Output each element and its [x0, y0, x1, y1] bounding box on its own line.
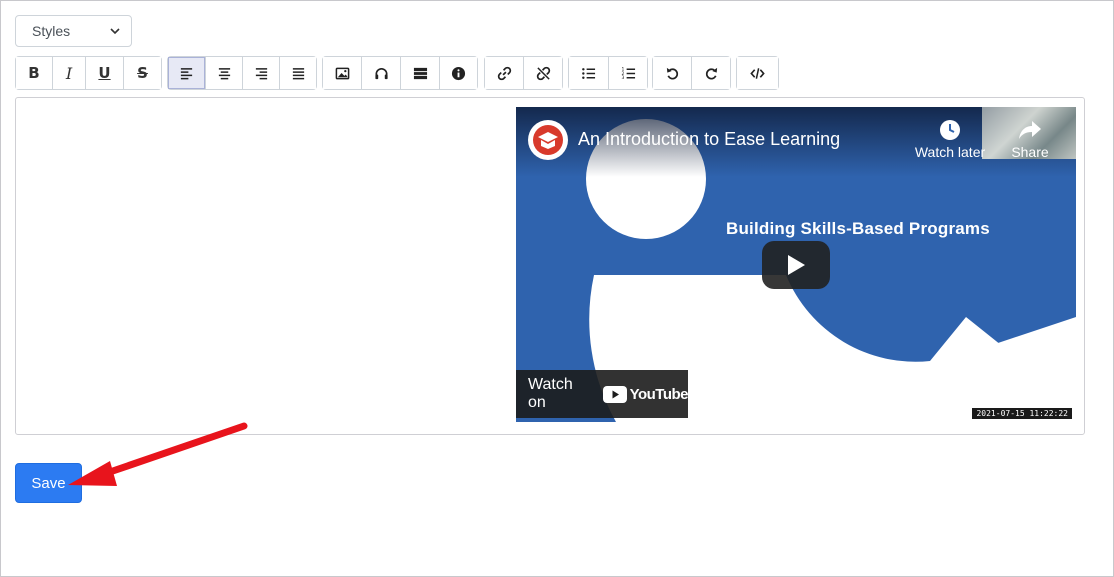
- insert-info-button[interactable]: [439, 57, 477, 89]
- code-icon: [750, 67, 765, 79]
- info-icon: [451, 66, 466, 80]
- graduation-cap-icon: [533, 125, 563, 155]
- headphones-icon: [374, 67, 388, 79]
- insert-audio-button[interactable]: [361, 57, 400, 89]
- video-timestamp: 2021-07-15 11:22:22: [972, 408, 1072, 419]
- video-subtitle: Building Skills-Based Programs: [726, 219, 990, 238]
- italic-button[interactable]: I: [52, 57, 85, 89]
- insert-image-button[interactable]: [323, 57, 361, 89]
- align-group: [167, 56, 317, 90]
- play-button[interactable]: [762, 241, 830, 289]
- insert-media-button[interactable]: [400, 57, 439, 89]
- share-button[interactable]: Share: [1002, 119, 1058, 160]
- strikethrough-button[interactable]: S: [123, 57, 161, 89]
- insert-group: [322, 56, 478, 90]
- styles-dropdown-value: Styles: [32, 23, 71, 39]
- channel-logo[interactable]: [528, 120, 568, 160]
- numbered-list-button[interactable]: 123: [608, 57, 647, 89]
- align-left-icon: [180, 67, 193, 79]
- redo-icon: [705, 67, 717, 79]
- watch-later-button[interactable]: Watch later: [914, 119, 986, 160]
- chevron-down-icon: [110, 28, 120, 35]
- media-block-icon: [413, 67, 427, 79]
- watch-later-label: Watch later: [914, 144, 986, 160]
- link-icon: [497, 66, 511, 80]
- bullet-list-button[interactable]: [569, 57, 608, 89]
- code-group: [736, 56, 779, 90]
- strikethrough-icon: S: [137, 64, 148, 82]
- bullet-list-icon: [582, 67, 596, 79]
- undo-button[interactable]: [653, 57, 691, 89]
- share-arrow-icon: [1019, 121, 1041, 139]
- history-group: [652, 56, 731, 90]
- link-group: [484, 56, 563, 90]
- numbered-list-icon: 123: [621, 66, 635, 81]
- styles-dropdown[interactable]: Styles: [15, 15, 132, 47]
- watch-on-youtube-button[interactable]: Watch on YouTube: [516, 370, 689, 418]
- youtube-play-icon: [602, 385, 627, 403]
- align-right-button[interactable]: [242, 57, 279, 89]
- undo-icon: [666, 67, 678, 79]
- clock-icon: [940, 120, 960, 140]
- bold-icon: B: [28, 64, 40, 82]
- list-group: 123: [568, 56, 648, 90]
- share-label: Share: [1011, 144, 1049, 160]
- image-icon: [335, 67, 349, 79]
- youtube-wordmark: YouTube: [629, 385, 689, 403]
- align-center-icon: [218, 67, 230, 79]
- svg-text:3: 3: [621, 75, 624, 81]
- bold-button[interactable]: B: [16, 57, 52, 89]
- align-center-button[interactable]: [205, 57, 242, 89]
- align-justify-button[interactable]: [279, 57, 316, 89]
- remove-link-button[interactable]: [523, 57, 562, 89]
- unlink-icon: [536, 66, 550, 80]
- play-icon: [788, 255, 805, 275]
- redo-button[interactable]: [691, 57, 730, 89]
- code-view-button[interactable]: [737, 57, 778, 89]
- watch-on-label: Watch on: [528, 376, 573, 411]
- align-right-icon: [255, 67, 267, 79]
- format-group: B I U S: [15, 56, 162, 90]
- insert-link-button[interactable]: [485, 57, 523, 89]
- video-title[interactable]: An Introduction to Ease Learning: [578, 129, 840, 150]
- youtube-logo: YouTube: [602, 385, 689, 403]
- underline-icon: U: [98, 64, 111, 82]
- italic-icon: I: [65, 63, 73, 83]
- underline-button[interactable]: U: [85, 57, 123, 89]
- align-left-button[interactable]: [168, 57, 205, 89]
- align-justify-icon: [292, 67, 304, 79]
- save-button[interactable]: Save: [15, 463, 82, 503]
- embedded-video[interactable]: An Introduction to Ease Learning Watch l…: [516, 107, 1076, 422]
